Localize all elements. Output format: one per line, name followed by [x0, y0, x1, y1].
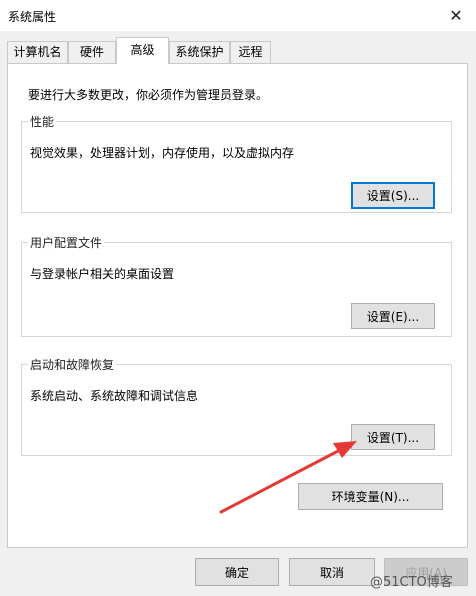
ok-button[interactable]: 确定 — [195, 558, 279, 586]
title-bar: 系统属性 ✕ — [0, 0, 476, 31]
tab-remote[interactable]: 远程 — [230, 41, 271, 63]
startup-recovery-legend: 启动和故障恢复 — [28, 356, 117, 373]
watermark: @51CTO博客 — [370, 575, 453, 590]
admin-notice: 要进行大多数更改，你必须作为管理员登录。 — [28, 88, 269, 102]
user-profiles-group: 用户配置文件 与登录帐户相关的桌面设置 设置(E)... — [21, 234, 452, 337]
performance-settings-button[interactable]: 设置(S)... — [351, 182, 435, 209]
performance-legend: 性能 — [28, 113, 57, 130]
tab-panel-advanced: 要进行大多数更改，你必须作为管理员登录。 性能 视觉效果，处理器计划，内存使用，… — [7, 63, 468, 548]
cancel-button[interactable]: 取消 — [289, 558, 375, 586]
tab-computer-name[interactable]: 计算机名 — [7, 41, 68, 63]
tab-system-protection[interactable]: 系统保护 — [169, 41, 230, 63]
startup-recovery-group: 启动和故障恢复 系统启动、系统故障和调试信息 设置(T)... — [21, 356, 452, 456]
user-profiles-legend: 用户配置文件 — [28, 234, 105, 251]
tab-advanced[interactable]: 高级 — [116, 37, 169, 64]
user-profiles-description: 与登录帐户相关的桌面设置 — [30, 267, 175, 281]
user-profiles-settings-button[interactable]: 设置(E)... — [351, 303, 435, 329]
tab-hardware[interactable]: 硬件 — [68, 41, 116, 63]
performance-group: 性能 视觉效果，处理器计划，内存使用，以及虚拟内存 设置(S)... — [21, 113, 452, 213]
close-button[interactable]: ✕ — [436, 0, 476, 31]
performance-description: 视觉效果，处理器计划，内存使用，以及虚拟内存 — [30, 146, 295, 160]
window-title: 系统属性 — [8, 10, 57, 24]
environment-variables-button[interactable]: 环境变量(N)... — [298, 483, 443, 510]
startup-recovery-settings-button[interactable]: 设置(T)... — [351, 424, 435, 450]
startup-recovery-description: 系统启动、系统故障和调试信息 — [30, 389, 199, 403]
close-icon: ✕ — [449, 6, 463, 25]
